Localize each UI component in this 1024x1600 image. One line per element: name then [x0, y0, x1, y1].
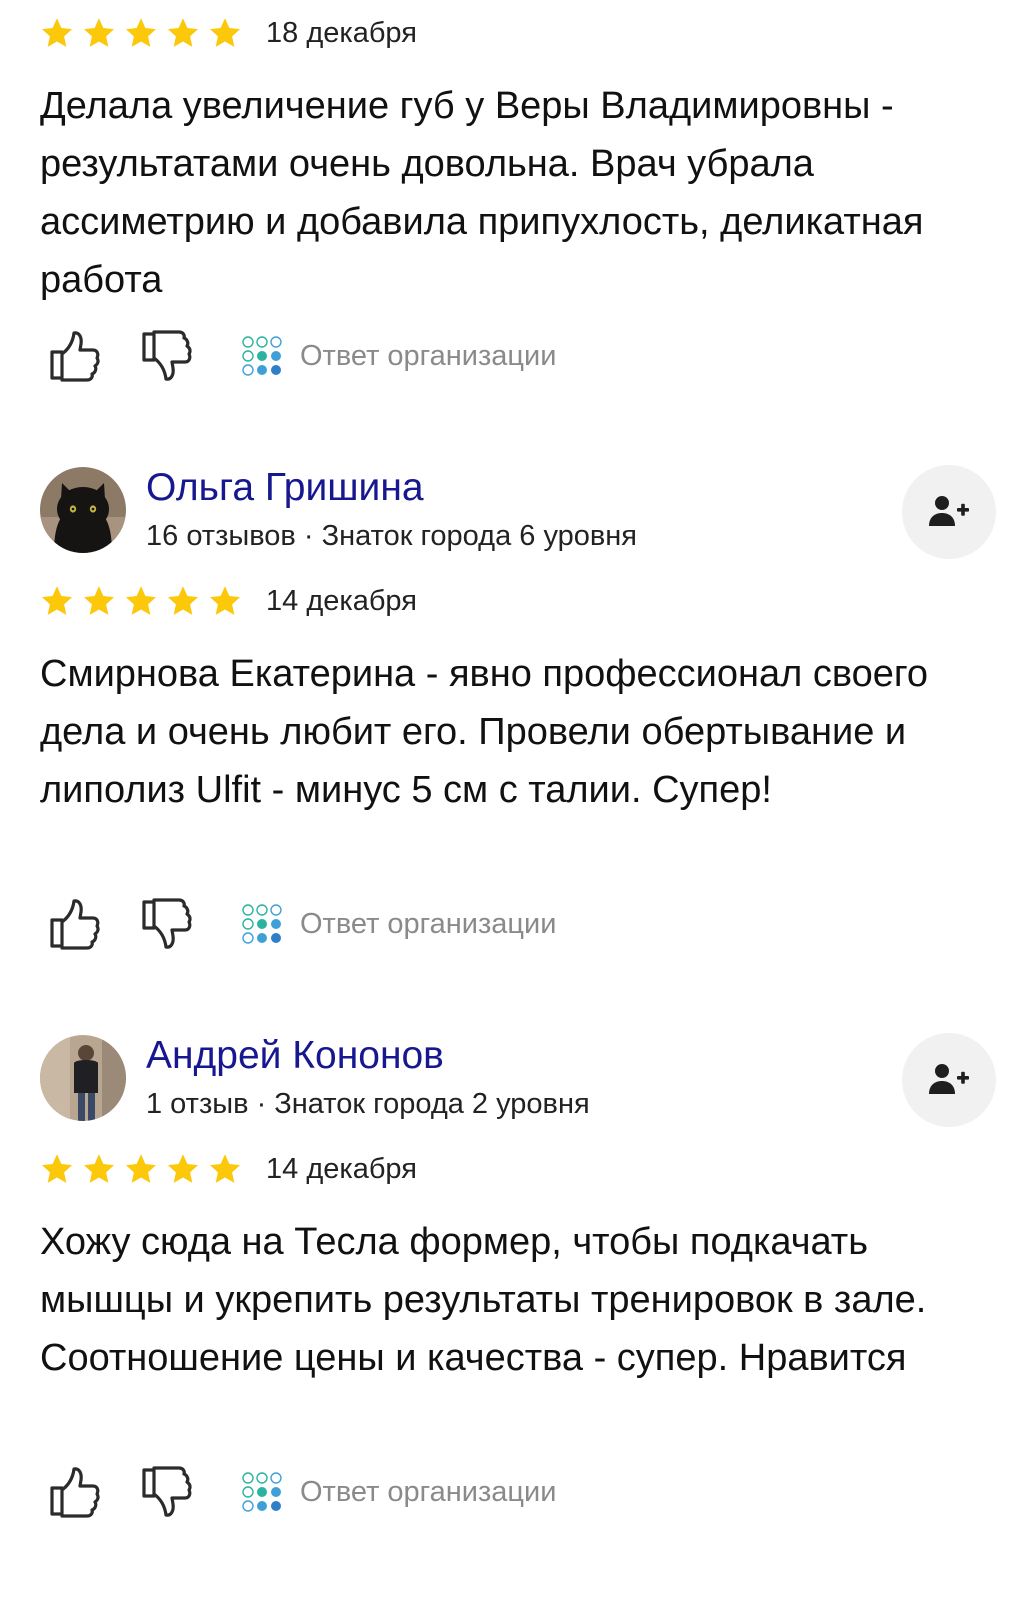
star-icon: [124, 584, 158, 618]
star-icon: [166, 584, 200, 618]
thumbs-down-icon[interactable]: [138, 1464, 194, 1520]
review-date: 18 декабря: [266, 17, 417, 49]
avatar[interactable]: [40, 1035, 126, 1121]
review-header: Андрей Кононов 1 отзыв · Знаток города 2…: [0, 1033, 1024, 1133]
review-text: Делала увеличение губ у Веры Владимировн…: [40, 85, 924, 301]
review-actions: Ответ организации: [46, 1462, 746, 1526]
avatar[interactable]: [40, 467, 126, 553]
org-reply-link[interactable]: Ответ организации: [300, 338, 556, 374]
star-icon: [208, 16, 242, 50]
rating-stars: [40, 584, 250, 618]
rating-row: 18 декабря: [40, 14, 640, 52]
organization-logo-icon: [240, 902, 284, 946]
review-actions: Ответ организации: [46, 894, 746, 958]
thumbs-down-icon[interactable]: [138, 328, 194, 384]
review-text: Хожу сюда на Тесла формер, чтобы подкача…: [40, 1221, 927, 1379]
star-icon: [208, 584, 242, 618]
review-text: Смирнова Екатерина - явно профессионал с…: [40, 653, 929, 811]
star-icon: [40, 584, 74, 618]
star-icon: [166, 1152, 200, 1186]
review-date: 14 декабря: [266, 585, 417, 617]
author-name[interactable]: Ольга Гришина: [146, 465, 424, 511]
add-user-icon: [927, 1058, 971, 1102]
star-icon: [40, 16, 74, 50]
rating-stars: [40, 1152, 250, 1186]
subscribe-button[interactable]: [902, 465, 996, 559]
author-meta: 16 отзывов · Знаток города 6 уровня: [146, 520, 638, 552]
thumbs-up-icon[interactable]: [46, 896, 102, 952]
star-icon: [124, 1152, 158, 1186]
star-icon: [82, 16, 116, 50]
review-date: 14 декабря: [266, 1153, 417, 1185]
organization-logo-icon: [240, 334, 284, 378]
org-reply-link[interactable]: Ответ организации: [300, 906, 556, 942]
person-photo: [40, 1035, 126, 1121]
rating-row: 14 декабря: [40, 1150, 640, 1188]
rating-row: 14 декабря: [40, 582, 640, 620]
organization-logo-icon: [240, 1470, 284, 1514]
cat-photo: [40, 467, 126, 553]
org-reply-link[interactable]: Ответ организации: [300, 1474, 556, 1510]
thumbs-up-icon[interactable]: [46, 328, 102, 384]
add-user-icon: [927, 490, 971, 534]
rating-stars: [40, 16, 250, 50]
subscribe-button[interactable]: [902, 1033, 996, 1127]
thumbs-up-icon[interactable]: [46, 1464, 102, 1520]
reviews-page: 18 декабря Делала увеличение губ у Веры …: [0, 0, 1024, 1600]
star-icon: [82, 584, 116, 618]
author-name[interactable]: Андрей Кононов: [146, 1033, 444, 1079]
author-meta: 1 отзыв · Знаток города 2 уровня: [146, 1088, 590, 1120]
star-icon: [166, 16, 200, 50]
thumbs-down-icon[interactable]: [138, 896, 194, 952]
review-actions: Ответ организации: [46, 326, 746, 390]
star-icon: [40, 1152, 74, 1186]
star-icon: [82, 1152, 116, 1186]
star-icon: [124, 16, 158, 50]
review-header: Ольга Гришина 16 отзывов · Знаток города…: [0, 465, 1024, 565]
star-icon: [208, 1152, 242, 1186]
